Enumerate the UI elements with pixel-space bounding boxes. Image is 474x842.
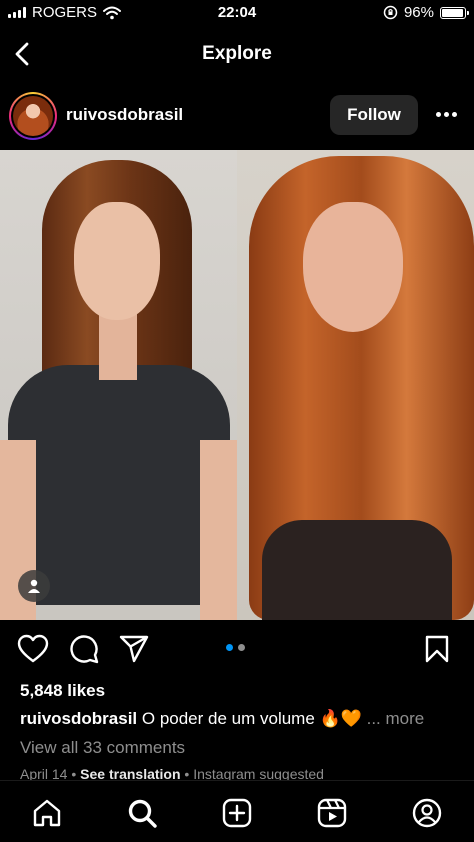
status-bar: ROGERS 22:04 96% (0, 0, 474, 28)
meta-separator: • (180, 766, 194, 780)
meta-separator: • (67, 766, 81, 780)
carousel-dot (238, 644, 245, 651)
suggested-label: Instagram suggested (193, 766, 324, 780)
page-title: Explore (202, 43, 272, 64)
before-photo (0, 150, 237, 620)
caption-more-link[interactable]: ... more (367, 709, 425, 728)
face-shape (303, 202, 403, 332)
story-ring[interactable] (9, 92, 57, 140)
post-header: ruivosdobrasil Follow (0, 86, 474, 146)
nav-header: Explore (0, 28, 474, 80)
caption-username[interactable]: ruivosdobrasil (20, 709, 137, 728)
battery-percent: 96% (403, 4, 434, 21)
avatar-frame (11, 94, 55, 138)
follow-button[interactable]: Follow (330, 95, 418, 135)
tagged-user-icon[interactable] (18, 570, 50, 602)
send-icon[interactable] (117, 632, 151, 666)
view-comments-link[interactable]: View all 33 comments (20, 738, 185, 758)
chevron-left-icon (15, 42, 29, 66)
profile-icon[interactable] (411, 797, 443, 829)
neck-shape (99, 310, 137, 380)
likes-count[interactable]: 5,848 likes (20, 681, 105, 701)
search-icon[interactable] (126, 797, 158, 829)
bookmark-icon[interactable] (420, 632, 454, 666)
face-shape (74, 202, 160, 320)
post-date: April 14 (20, 766, 68, 780)
battery-level (442, 8, 464, 17)
orientation-lock-icon (383, 5, 398, 20)
ellipsis-icon[interactable] (432, 104, 460, 124)
carousel-indicator (226, 644, 245, 651)
carousel-dot-active (226, 644, 233, 651)
post-meta: April 14 • See translation • Instagram s… (20, 766, 324, 780)
bottom-tab-bar (0, 780, 474, 842)
post-actions (0, 628, 474, 672)
home-icon[interactable] (31, 797, 63, 829)
add-post-icon[interactable] (221, 797, 253, 829)
post-image[interactable] (0, 150, 474, 620)
battery-icon (440, 6, 469, 19)
status-right: 96% (383, 4, 469, 21)
top-shape (262, 520, 452, 620)
reels-icon[interactable] (316, 797, 348, 829)
avatar (13, 96, 53, 136)
post-caption: ruivosdobrasil O poder de um volume 🔥🧡 .… (20, 709, 460, 729)
comment-icon[interactable] (67, 632, 101, 666)
back-button[interactable] (8, 40, 36, 68)
post-username[interactable]: ruivosdobrasil (66, 105, 183, 125)
see-translation-link[interactable]: See translation (80, 766, 180, 780)
heart-icon[interactable] (16, 632, 50, 666)
arm-shape (200, 440, 237, 620)
shirt-shape (8, 365, 230, 605)
after-photo (237, 150, 474, 620)
caption-text: O poder de um volume 🔥🧡 (141, 709, 362, 728)
